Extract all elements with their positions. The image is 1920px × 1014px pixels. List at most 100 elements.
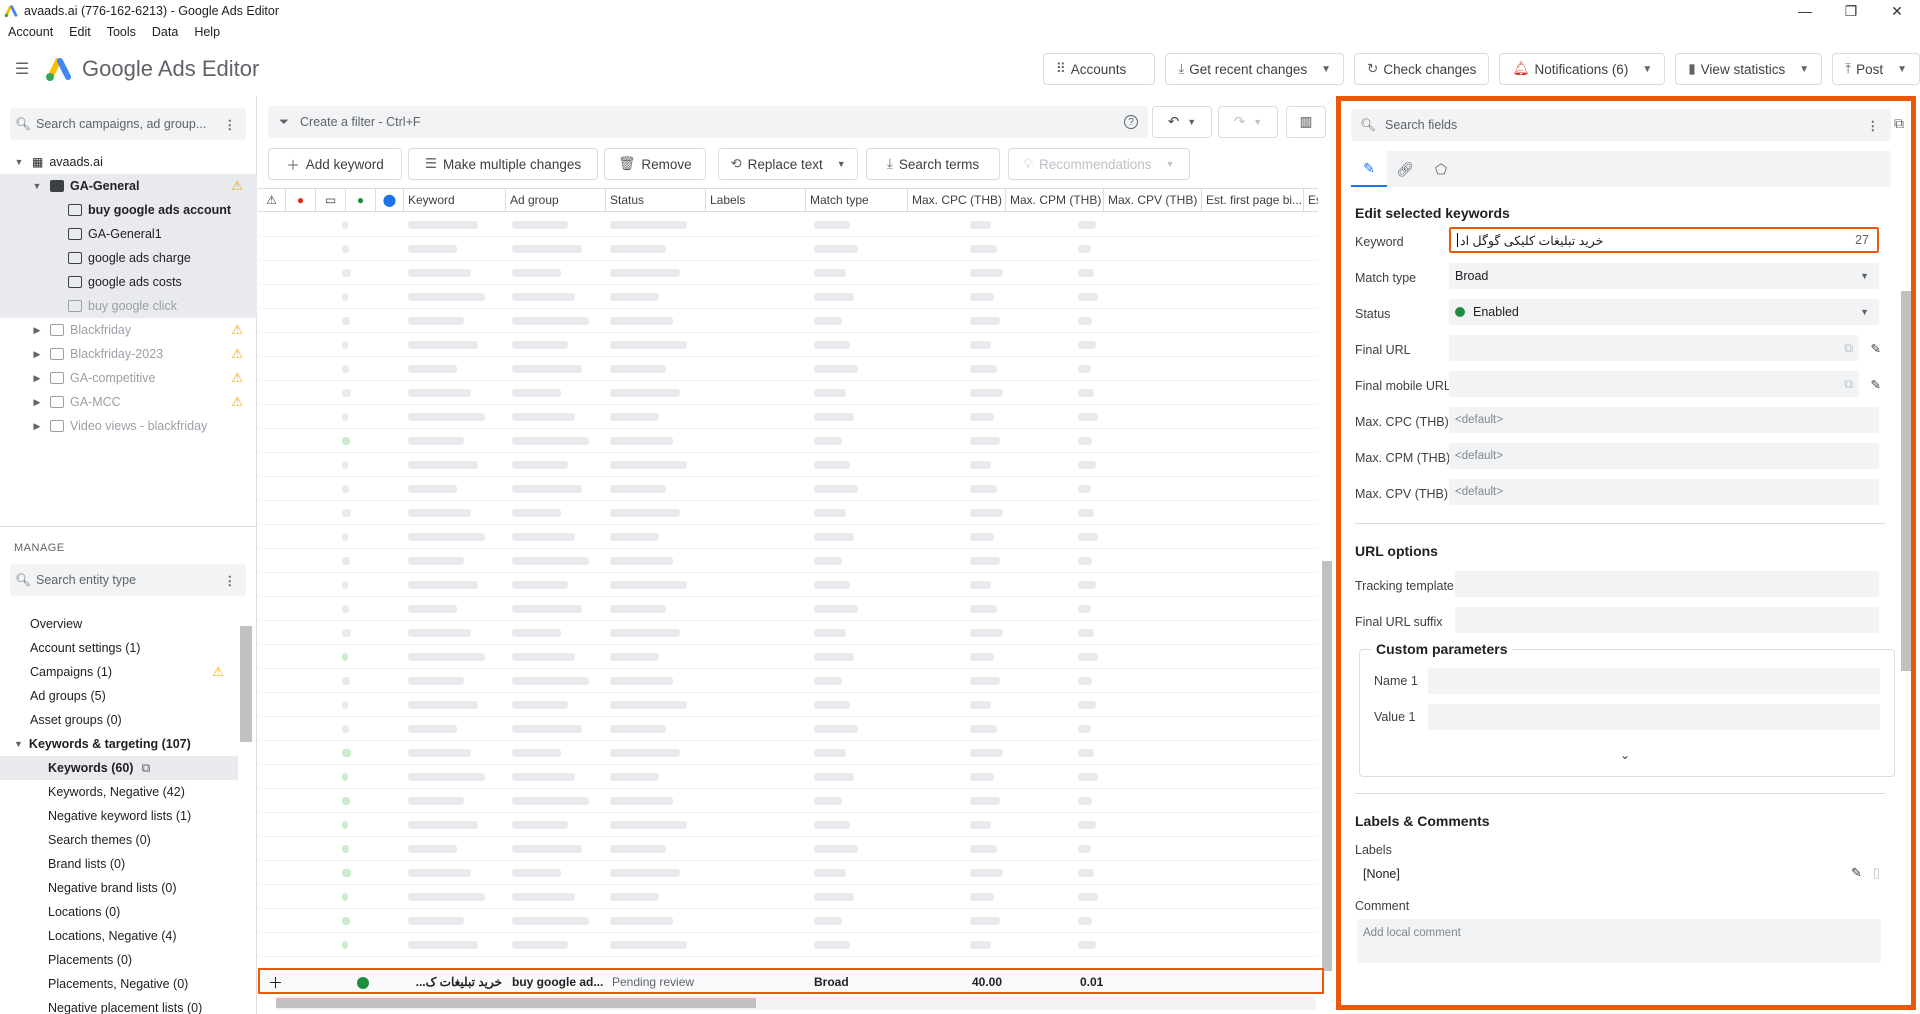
chevron-down-icon[interactable]: ▼ [1321, 64, 1331, 75]
name1-input[interactable] [1428, 668, 1880, 694]
tab-label-icon[interactable]: ⬠ [1423, 151, 1459, 187]
field-search-box[interactable]: 🔍︎ Search fields ⋮ [1351, 109, 1891, 141]
new-keyword-row[interactable]: ＋ خرید تبلیغات ک... buy google ad... Pen… [258, 968, 1324, 994]
entity-ad-groups[interactable]: Ad groups (5) [0, 684, 238, 708]
table-row[interactable] [258, 357, 1318, 381]
open-in-new-icon[interactable]: ⧉ [141, 761, 150, 776]
menu-data[interactable]: Data [144, 25, 186, 39]
table-row[interactable] [258, 765, 1318, 789]
caret-right-icon[interactable]: ▶ [30, 421, 44, 432]
table-row[interactable] [258, 645, 1318, 669]
tab-edit-pencil-icon[interactable]: ✎ [1351, 151, 1387, 187]
final-url-suffix-input[interactable] [1455, 607, 1879, 633]
table-row[interactable] [258, 549, 1318, 573]
entity-keywords-targeting[interactable]: ▼ Keywords & targeting (107) [0, 732, 238, 756]
tree-campaign[interactable]: ▶ Blackfriday-2023 ⚠ [0, 342, 257, 366]
tree-campaign[interactable]: ▶ Blackfriday ⚠ [0, 318, 257, 342]
caret-right-icon[interactable]: ▶ [30, 373, 44, 384]
table-row[interactable] [258, 693, 1318, 717]
table-row[interactable] [258, 885, 1318, 909]
table-row[interactable] [258, 213, 1318, 237]
tree-account[interactable]: ▼ ▦ avaads.ai [0, 150, 257, 174]
undo-button[interactable]: ↶ ▼ [1152, 106, 1212, 138]
col-keyword[interactable]: Keyword [404, 188, 506, 212]
col-errors-icon[interactable]: ● [286, 188, 316, 212]
tracking-template-input[interactable] [1455, 571, 1879, 597]
add-keyword-button[interactable]: ＋ Add keyword [268, 148, 402, 180]
tree-campaign[interactable]: ▶ GA-competitive ⚠ [0, 366, 257, 390]
chevron-down-icon[interactable]: ▼ [1799, 64, 1809, 75]
match-type-select[interactable]: Broad ▼ [1449, 263, 1879, 289]
status-select[interactable]: Enabled ▼ [1449, 299, 1879, 325]
table-row[interactable] [258, 789, 1318, 813]
table-row[interactable] [258, 261, 1318, 285]
caret-right-icon[interactable]: ▶ [30, 325, 44, 336]
entity-placements[interactable]: Placements (0) [0, 948, 238, 972]
columns-button[interactable]: ▥ [1286, 106, 1326, 138]
final-mobile-url-input[interactable]: ✎ ⧉ [1449, 371, 1881, 397]
get-recent-changes-button[interactable]: ⤓ Get recent changes ▼ [1165, 53, 1345, 85]
table-row[interactable] [258, 861, 1318, 885]
col-max-cpc[interactable]: Max. CPC (THB) [908, 188, 1006, 212]
table-row[interactable] [258, 237, 1318, 261]
entity-campaigns[interactable]: Campaigns (1) ⚠ [0, 660, 238, 684]
menu-edit[interactable]: Edit [61, 25, 99, 39]
tree-campaign-ga-general[interactable]: ▼ GA-General ⚠ [0, 174, 257, 198]
table-row[interactable] [258, 381, 1318, 405]
redo-button[interactable]: ↷ ▼ [1218, 106, 1278, 138]
minimize-button[interactable]: — [1782, 0, 1828, 22]
expand-chevron-icon[interactable]: ⌄ [1620, 748, 1630, 762]
max-cpv-input[interactable]: <default> [1449, 479, 1879, 505]
tree-campaign[interactable]: ▶ GA-MCC ⚠ [0, 390, 257, 414]
entity-negative-brand-lists[interactable]: Negative brand lists (0) [0, 876, 238, 900]
entity-negative-placement-lists[interactable]: Negative placement lists (0) [0, 996, 238, 1014]
more-vert-icon[interactable]: ⋮ [224, 573, 237, 588]
table-row[interactable] [258, 453, 1318, 477]
keyword-grid[interactable] [258, 213, 1318, 968]
col-status-dot-icon[interactable]: ● [346, 188, 376, 212]
pencil-icon[interactable]: ✎ [1871, 341, 1881, 356]
table-row[interactable] [258, 717, 1318, 741]
more-vert-icon[interactable]: ⋮ [224, 117, 237, 132]
edit-panel-scrollbar[interactable] [1901, 291, 1911, 671]
table-row[interactable] [258, 837, 1318, 861]
table-row[interactable] [258, 741, 1318, 765]
chevron-down-icon[interactable]: ▼ [1897, 64, 1907, 75]
entity-search-themes[interactable]: Search themes (0) [0, 828, 238, 852]
value1-input[interactable] [1428, 704, 1880, 730]
entity-locations[interactable]: Locations (0) [0, 900, 238, 924]
entity-negative-keyword-lists[interactable]: Negative keyword lists (1) [0, 804, 238, 828]
table-row[interactable] [258, 309, 1318, 333]
table-row[interactable] [258, 477, 1318, 501]
col-status[interactable]: Status [606, 188, 706, 212]
menu-tools[interactable]: Tools [99, 25, 144, 39]
col-match-type[interactable]: Match type [806, 188, 908, 212]
col-est-first-page[interactable]: Est. first page bi... [1202, 188, 1304, 212]
menu-account[interactable]: Account [0, 25, 61, 39]
col-labels[interactable]: Labels [706, 188, 806, 212]
entity-asset-groups[interactable]: Asset groups (0) [0, 708, 238, 732]
col-comments-icon[interactable]: ▭ [316, 188, 346, 212]
notifications-button[interactable]: 🔔︎ Notifications (6) ▼ [1499, 53, 1666, 85]
entity-overview[interactable]: Overview [0, 612, 238, 636]
table-row[interactable] [258, 429, 1318, 453]
make-multiple-changes-button[interactable]: ☰ Make multiple changes [408, 148, 598, 180]
table-row[interactable] [258, 525, 1318, 549]
keyword-input[interactable]: خرید تبلیغات کلیکی گوگل اد 27 [1449, 227, 1879, 253]
grid-hscrollbar[interactable] [276, 996, 1316, 1010]
help-icon[interactable]: ? [1124, 115, 1138, 129]
accounts-button[interactable]: ⠿ Accounts [1042, 53, 1156, 85]
post-button[interactable]: ⤒ Post ▼ [1832, 53, 1920, 85]
table-row[interactable] [258, 933, 1318, 957]
campaign-search-box[interactable]: 🔍︎ Search campaigns, ad group... ⋮ [10, 108, 246, 140]
col-max-cpm[interactable]: Max. CPM (THB) [1006, 188, 1104, 212]
caret-right-icon[interactable]: ▶ [30, 397, 44, 408]
table-row[interactable] [258, 333, 1318, 357]
clipboard-icon[interactable]: ▯ [1873, 865, 1880, 881]
open-external-icon[interactable]: ⧉ [1894, 115, 1904, 132]
table-row[interactable] [258, 501, 1318, 525]
menu-help[interactable]: Help [186, 25, 228, 39]
tree-adgroup[interactable]: buy google ads account [0, 198, 257, 222]
caret-down-icon[interactable]: ▼ [30, 181, 44, 191]
caret-right-icon[interactable]: ▶ [30, 349, 44, 360]
